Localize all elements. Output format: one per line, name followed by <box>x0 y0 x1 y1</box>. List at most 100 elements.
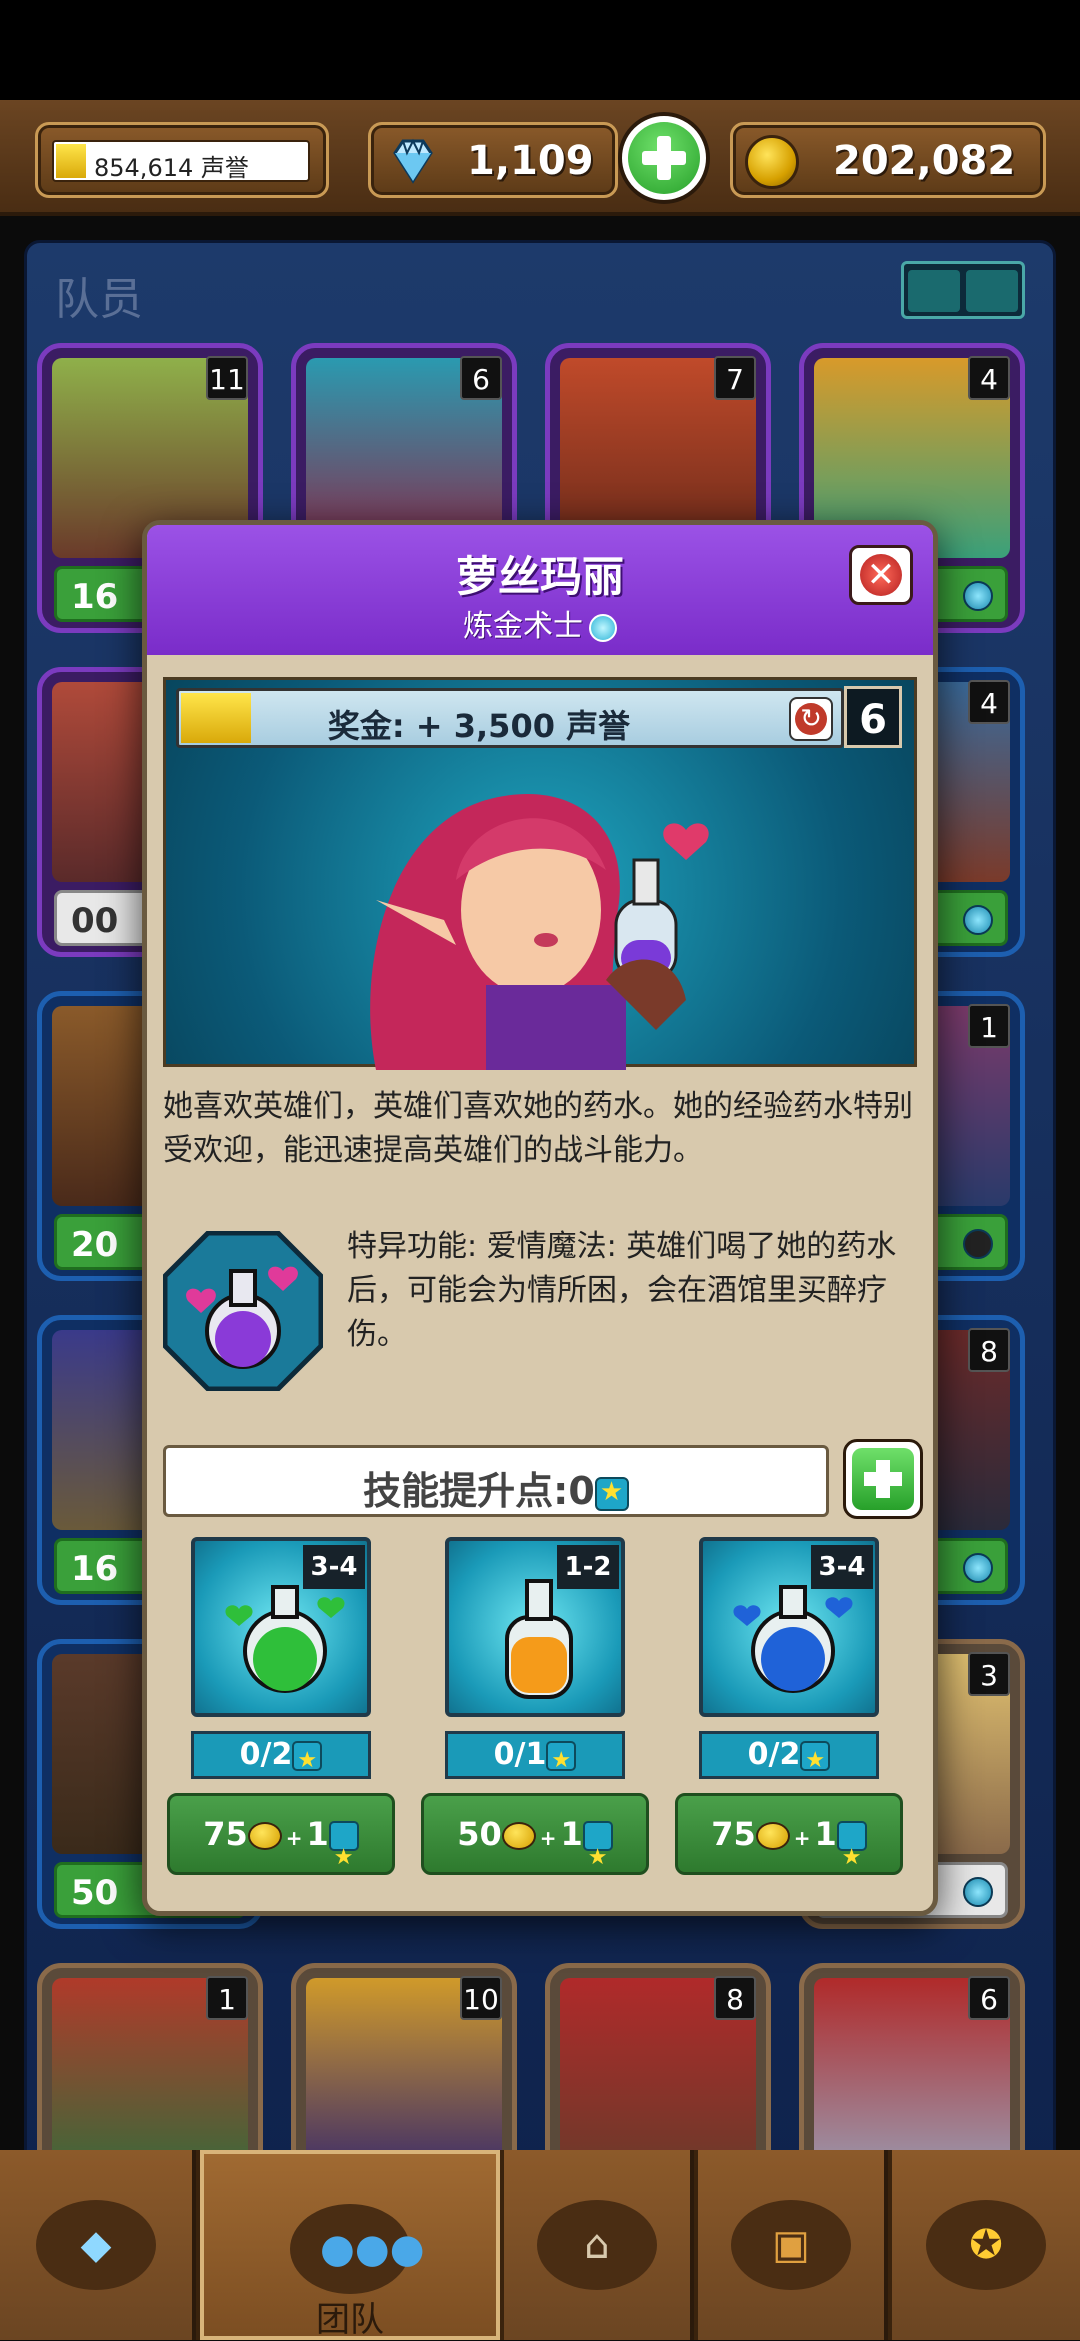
buy-gems-button[interactable] <box>618 112 710 204</box>
hero-class: 炼金术士 <box>147 601 933 645</box>
tab-gems[interactable]: ◆ <box>0 2150 196 2340</box>
skill-icon-box[interactable]: 1-2 <box>445 1537 625 1717</box>
tab-medal[interactable]: ✪ <box>892 2150 1080 2340</box>
gold-value: 202,082 <box>833 138 1016 184</box>
refresh-button[interactable]: ↻ <box>789 697 833 741</box>
skill-icon-box[interactable]: 3-4 <box>699 1537 879 1717</box>
bottom-tab-bar: ◆ ●●● 团队 ⌂ ▣ ✪ <box>0 2150 1080 2340</box>
hero-class-label: 炼金术士 <box>463 609 583 644</box>
coin-icon <box>501 1822 536 1850</box>
skill-cost-gold: 50 <box>457 1815 502 1853</box>
skill-progress: 0/2 <box>699 1731 879 1782</box>
skill-range: 1-2 <box>557 1545 619 1589</box>
skill-points-box: 技能提升点:0 <box>163 1445 829 1517</box>
hero-detail-modal: 萝丝玛丽 炼金术士 ✕ 奖金: + 3,500 声誉 ↻ 6 她喜欢英雄们，英雄… <box>142 520 938 1916</box>
plus-sign: + <box>285 1826 303 1850</box>
hero-level: 8 <box>968 1328 1010 1372</box>
refresh-icon: ↻ <box>795 703 827 735</box>
star-icon <box>292 1740 323 1782</box>
diamond-icon <box>393 138 433 184</box>
skill-progress: 0/2 <box>191 1731 371 1782</box>
star-icon <box>546 1740 577 1782</box>
roster-filter-buttons <box>901 261 1025 319</box>
alchemist-portrait <box>370 793 709 1070</box>
class-gem-icon <box>589 613 617 642</box>
tab-team-label: 团队 <box>316 2300 384 2340</box>
coin-icon <box>755 1822 790 1850</box>
hero-level: 1 <box>968 1004 1010 1048</box>
skill-icon-box[interactable]: 3-4 <box>191 1537 371 1717</box>
chest-icon: ▣ <box>772 2222 810 2268</box>
plus-sign: + <box>793 1826 811 1850</box>
skill-cost-stars: 1 <box>814 1815 837 1853</box>
hero-class-dot <box>963 905 993 935</box>
reputation-pill: 854,614 声誉 <box>35 122 329 198</box>
tab-chest[interactable]: ▣ <box>698 2150 888 2340</box>
hero-level-badge: 6 <box>844 686 902 748</box>
hero-level: 11 <box>206 356 248 400</box>
reputation-bar <box>56 144 86 178</box>
gold-pill: 202,082 <box>730 122 1046 198</box>
hero-level: 6 <box>460 356 502 400</box>
star-icon <box>328 1820 359 1896</box>
skill-progress-value: 0/2 <box>747 1737 801 1772</box>
home-filter-button[interactable] <box>908 270 960 312</box>
modal-header: 萝丝玛丽 炼金术士 ✕ <box>147 525 933 655</box>
hero-level: 7 <box>714 356 756 400</box>
upgrade-skill-button[interactable]: 75 +1 <box>675 1793 903 1896</box>
skill-cost-gold: 75 <box>711 1815 756 1853</box>
add-skill-points-button[interactable] <box>843 1439 923 1519</box>
skill-range: 3-4 <box>811 1545 873 1589</box>
skill-cost-stars: 1 <box>306 1815 329 1853</box>
hero-class-dot <box>963 1877 993 1907</box>
hero-description: 她喜欢英雄们，英雄们喜欢她的药水。她的经验药水特别受欢迎，能迅速提高英雄们的战斗… <box>163 1089 913 1168</box>
tab-tavern[interactable]: ⌂ <box>504 2150 694 2340</box>
roster-title: 队员 <box>55 274 143 325</box>
hero-foot-value: 16 <box>71 1549 119 1589</box>
skill-range: 3-4 <box>303 1545 365 1589</box>
hero-level: 4 <box>968 680 1010 724</box>
status-bar <box>0 0 1080 100</box>
bonus-text: 奖金: + 3,500 声誉 <box>327 707 631 745</box>
skill-points-row: 技能提升点:0 <box>166 1460 826 1515</box>
star-filter-button[interactable] <box>966 270 1018 312</box>
hero-level: 6 <box>968 1976 1010 2020</box>
upgrade-skill-button[interactable]: 50 +1 <box>421 1793 649 1896</box>
tab-team[interactable]: ●●● 团队 <box>200 2150 500 2340</box>
tavern-icon: ⌂ <box>584 2222 610 2268</box>
star-icon <box>582 1820 613 1896</box>
hero-class-dot <box>963 581 993 611</box>
hero-foot-value: 50 <box>71 1873 119 1913</box>
close-icon: ✕ <box>860 554 902 596</box>
hero-class-dot <box>963 1229 993 1259</box>
hero-level: 10 <box>460 1976 502 2020</box>
skill-cost-gold: 75 <box>203 1815 248 1853</box>
hero-class-dot <box>963 1553 993 1583</box>
star-icon <box>836 1820 867 1896</box>
resource-bar: 854,614 声誉 1,109 202,082 <box>0 100 1080 216</box>
hero-name: 萝丝玛丽 <box>455 552 624 601</box>
skill-progress-value: 0/1 <box>493 1737 547 1772</box>
skill-progress: 0/1 <box>445 1731 625 1782</box>
hero-level: 3 <box>968 1652 1010 1696</box>
hero-foot-value: 16 <box>71 577 119 617</box>
hero-foot-value: 00 <box>71 901 119 941</box>
hero-portrait-panel: 奖金: + 3,500 声誉 ↻ 6 <box>163 677 917 1070</box>
skill-progress-value: 0/2 <box>239 1737 293 1772</box>
gems-pill: 1,109 <box>368 122 618 198</box>
hero-level: 8 <box>714 1976 756 2020</box>
plus-icon <box>852 1448 914 1510</box>
hero-foot-value: 20 <box>71 1225 119 1265</box>
hero-level: 1 <box>206 1976 248 2020</box>
bonus-bar: 奖金: + 3,500 声誉 ↻ <box>176 688 844 748</box>
reputation-value: 854,614 声誉 <box>94 154 249 182</box>
upgrade-skill-button[interactable]: 75 +1 <box>167 1793 395 1896</box>
close-button[interactable]: ✕ <box>849 545 913 605</box>
skill-cost-stars: 1 <box>560 1815 583 1853</box>
medal-icon: ✪ <box>969 2222 1003 2268</box>
gems-value: 1,109 <box>467 138 594 184</box>
love-potion-icon <box>163 1231 323 1391</box>
plus-sign: + <box>539 1826 557 1850</box>
star-icon <box>800 1740 831 1782</box>
team-icon: ●●● <box>320 2226 425 2272</box>
